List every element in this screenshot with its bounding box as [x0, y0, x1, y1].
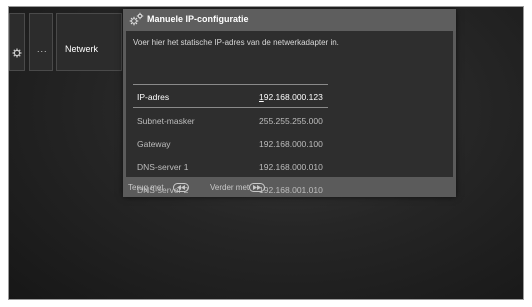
ip-address-value-rest: 92.168.000.123 [263, 92, 323, 102]
more-label: ... [37, 44, 48, 54]
gear-icon [12, 48, 22, 61]
instruction-text: Voer hier het statische IP-adres van de … [133, 38, 339, 47]
dialog-footer: Terug met Verder met [123, 177, 456, 197]
dialog-title: Manuele IP-configuratie [147, 14, 249, 24]
ip-address-row[interactable]: IP-adres 192.168.000.123 [133, 84, 440, 108]
menu-network-label: Netwerk [65, 44, 99, 54]
back-hint-label: Terug met [128, 183, 164, 192]
ip-address-input[interactable]: 192.168.000.123 [259, 92, 323, 102]
gateway-input[interactable]: 192.168.000.100 [259, 139, 323, 149]
subnet-mask-row[interactable]: Subnet-masker 255.255.255.000 [133, 110, 440, 132]
dns-server-1-row[interactable]: DNS-server 1 192.168.000.010 [133, 156, 440, 178]
subnet-mask-input[interactable]: 255.255.255.000 [259, 116, 323, 126]
gateway-label: Gateway [137, 139, 171, 149]
menu-network-tile[interactable]: Netwerk [56, 13, 122, 71]
rewind-button-icon[interactable] [173, 183, 189, 192]
tv-screen: ... Netwerk Manuele IP-configuratie Voer… [8, 6, 524, 300]
dialog-header: Manuele IP-configuratie [123, 9, 456, 31]
menu-settings-tile[interactable] [9, 13, 25, 71]
subnet-mask-label: Subnet-masker [137, 116, 195, 126]
gateway-row[interactable]: Gateway 192.168.000.100 [133, 133, 440, 155]
fast-forward-button-icon[interactable] [249, 183, 265, 192]
dns-server-1-label: DNS-server 1 [137, 162, 189, 172]
dialog-body: Voer hier het statische IP-adres van de … [126, 31, 453, 195]
gears-icon [128, 12, 144, 27]
menu-more-tile[interactable]: ... [29, 13, 53, 71]
ip-address-label: IP-adres [137, 92, 170, 102]
dns-server-1-input[interactable]: 192.168.000.010 [259, 162, 323, 172]
manual-ip-dialog: Manuele IP-configuratie Voer hier het st… [123, 9, 456, 197]
next-hint-label: Verder met [210, 183, 250, 192]
